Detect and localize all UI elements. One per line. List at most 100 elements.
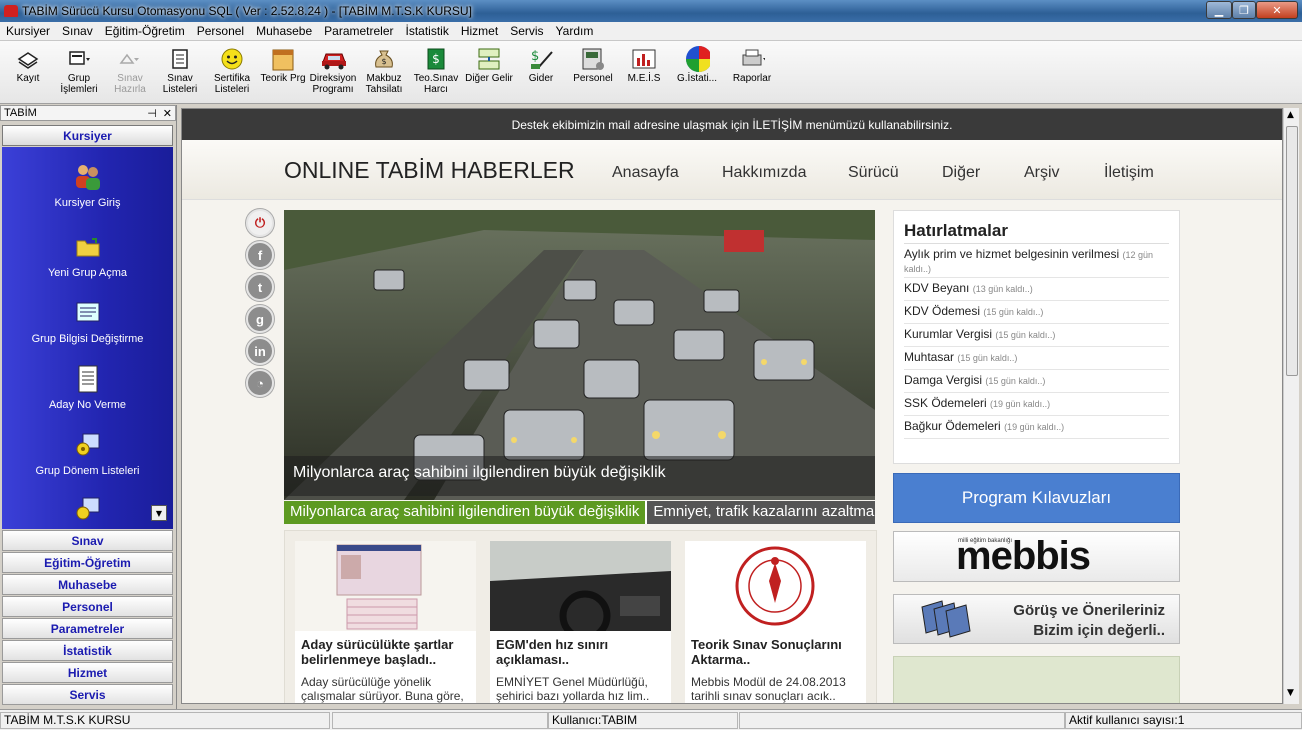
program-guides-button[interactable]: Program Kılavuzları [893, 473, 1180, 523]
category-muhasebe[interactable]: Muhasebe [2, 574, 173, 595]
menu-muhasebe[interactable]: Muhasebe [250, 24, 318, 38]
news-description: Mebbis Modül de 24.08.2013 tarihli sınav… [691, 675, 846, 703]
news-card[interactable]: Teorik Sınav Sonuçlarını Aktarma.. Mebbi… [685, 541, 866, 703]
toolbar-gider-button[interactable]: $ Gider [516, 41, 566, 101]
menu-bar: Kursiyer Sınav Eğitim-Öğretim Personel M… [0, 22, 1302, 41]
nav-surucu[interactable]: Sürücü [848, 164, 899, 182]
toolbar-diger-gelir-button[interactable]: Diğer Gelir [462, 41, 516, 101]
item-label: Grup Bilgisi Değiştirme [31, 333, 144, 345]
reminder-item: Damga Vergisi (15 gün kaldı..) [904, 370, 1169, 393]
toolbar-teorik-prg-button[interactable]: Teorik Prg [258, 41, 308, 101]
feedback-button[interactable]: Görüş ve Önerileriniz Bizim için değerli… [893, 594, 1180, 644]
menu-parametreler[interactable]: Parametreler [318, 24, 399, 38]
news-title[interactable]: Teorik Sınav Sonuçlarını Aktarma.. [685, 631, 866, 667]
category-istatistik[interactable]: İstatistik [2, 640, 173, 661]
linkedin-icon[interactable]: in [246, 337, 274, 365]
menu-servis[interactable]: Servis [504, 24, 549, 38]
reminder-name: Damga Vergisi [904, 373, 983, 387]
fee-icon: $ [423, 47, 449, 71]
site-name[interactable]: ONLINE TABİM HABERLER [284, 157, 575, 184]
news-cards: Aday sürücülükte şartlar belirlenmeye ba… [284, 530, 877, 703]
category-kursiyer[interactable]: Kursiyer [2, 125, 173, 146]
item-kursiyer-giris[interactable]: Kursiyer Giriş [2, 161, 173, 209]
reminder-days: (19 gün kaldı..) [990, 399, 1051, 409]
category-servis[interactable]: Servis [2, 684, 173, 705]
menu-egitim-ogretim[interactable]: Eğitim-Öğretim [99, 24, 191, 38]
item-aday-no-verme[interactable]: Aday No Verme [2, 363, 173, 411]
ticker-item-active[interactable]: Milyonlarca araç sahibini ilgilendiren b… [284, 501, 646, 524]
news-card[interactable]: EGM'den hız sınırı açıklaması.. EMNİYET … [490, 541, 671, 703]
maximize-button[interactable]: ❐ [1232, 1, 1256, 19]
nav-arsiv[interactable]: Arşiv [1024, 164, 1060, 182]
nav-hakkimizda[interactable]: Hakkımızda [722, 164, 806, 182]
toolbar-sinav-hazirla-button[interactable]: Sınav Hazırla [106, 41, 154, 101]
reminder-days: (15 gün kaldı..) [995, 330, 1056, 340]
scrollbar-thumb[interactable] [1286, 126, 1298, 376]
menu-personel[interactable]: Personel [191, 24, 250, 38]
close-icon[interactable]: ✕ [163, 108, 172, 120]
slider-caption[interactable]: Milyonlarca araç sahibini ilgilendiren b… [284, 456, 875, 496]
nav-diger[interactable]: Diğer [942, 164, 980, 182]
close-button[interactable]: ✕ [1256, 1, 1298, 19]
menu-istatistik[interactable]: İstatistik [400, 24, 455, 38]
panel-header: TABİM ⊣ ✕ [0, 105, 176, 121]
news-title[interactable]: Aday sürücülükte şartlar belirlenmeye ba… [295, 631, 476, 667]
status-bar: TABİM M.T.S.K KURSU Kullanıcı:TABIM Akti… [0, 709, 1302, 730]
menu-hizmet[interactable]: Hizmet [455, 24, 504, 38]
toolbar-direksiyon-programi-button[interactable]: Direksiyon Programı [308, 41, 358, 101]
scroll-down-button[interactable]: ▼ [151, 505, 167, 521]
item-grup-bilgisi-degistirme[interactable]: Grup Bilgisi Değiştirme [2, 297, 173, 345]
scroll-down-arrow[interactable]: ▼ [1287, 688, 1294, 698]
google-plus-icon[interactable]: g [246, 305, 274, 333]
toolbar-makbuz-tahsilati-button[interactable]: $ Makbuz Tahsilatı [358, 41, 410, 101]
minimize-button[interactable]: ▁ [1206, 1, 1232, 19]
panel-header-title: TABİM [4, 107, 37, 119]
toolbar-grup-islemleri-button[interactable]: Grup İşlemleri [52, 41, 106, 101]
toolbar-raporlar-button[interactable]: Raporlar [726, 41, 778, 101]
rss-icon[interactable]: ◔ [246, 369, 274, 397]
pin-icon[interactable]: ⊣ [147, 108, 157, 120]
mebbis-link[interactable]: milli eğitim bakanlığı mebbis [893, 531, 1180, 582]
item-yeni-grup-acma[interactable]: Yeni Grup Açma [2, 231, 173, 279]
category-egitim-ogretim[interactable]: Eğitim-Öğretim [2, 552, 173, 573]
toolbar-teo-sinav-harci-button[interactable]: $ Teo.Sınav Harcı [410, 41, 462, 101]
scroll-up-arrow[interactable]: ▲ [1287, 110, 1294, 120]
car-icon [320, 47, 346, 71]
toolbar-meis-button[interactable]: M.E.İ.S [620, 41, 668, 101]
toolbar-kayit-button[interactable]: Kayıt [4, 41, 52, 101]
item-next-partial[interactable] [2, 493, 173, 529]
toolbar-g-istatistik-button[interactable]: G.İstati... [668, 41, 726, 101]
category-parametreler[interactable]: Parametreler [2, 618, 173, 639]
toolbar-sinav-listeleri-button[interactable]: Sınav Listeleri [154, 41, 206, 101]
menu-yardim[interactable]: Yardım [550, 24, 600, 38]
power-icon[interactable]: ⏻ [246, 209, 274, 237]
reminder-name: Kurumlar Vergisi [904, 327, 993, 341]
menu-kursiyer[interactable]: Kursiyer [0, 24, 56, 38]
category-personel[interactable]: Personel [2, 596, 173, 617]
reminder-item: Kurumlar Vergisi (15 gün kaldı..) [904, 324, 1169, 347]
reminders-title: Hatırlatmalar [904, 221, 1169, 244]
toolbar: Kayıt Grup İşlemleri Sınav Hazırla Sınav… [0, 41, 1302, 104]
category-hizmet[interactable]: Hizmet [2, 662, 173, 683]
facebook-icon[interactable]: f [246, 241, 274, 269]
meb-logo-image [685, 541, 866, 631]
vertical-scrollbar[interactable]: ▲ ▼ [1283, 108, 1299, 704]
item-grup-donem-listeleri[interactable]: Grup Dönem Listeleri [2, 429, 173, 477]
news-slider[interactable]: Milyonlarca araç sahibini ilgilendiren b… [284, 210, 875, 500]
menu-sinav[interactable]: Sınav [56, 24, 99, 38]
app-icon [4, 5, 18, 17]
toolbar-label: Diğer Gelir [465, 73, 513, 84]
kursiyer-items-area: Kursiyer Giriş Yeni Grup Açma Grup Bilgi… [2, 147, 173, 529]
nav-iletisim[interactable]: İletişim [1104, 164, 1154, 182]
category-sinav[interactable]: Sınav [2, 530, 173, 551]
toolbar-sertifika-listeleri-button[interactable]: Sertifika Listeleri [206, 41, 258, 101]
nav-anasayfa[interactable]: Anasayfa [612, 164, 679, 182]
printer-icon [739, 47, 765, 71]
news-card[interactable]: Aday sürücülükte şartlar belirlenmeye ba… [295, 541, 476, 703]
ticker-item[interactable]: Emniyet, trafik kazalarını azaltmak için [645, 501, 875, 524]
twitter-icon[interactable]: t [246, 273, 274, 301]
news-title[interactable]: EGM'den hız sınırı açıklaması.. [490, 631, 671, 667]
mebbis-logo: mebbis [956, 534, 1091, 578]
news-ticker: Milyonlarca araç sahibini ilgilendiren b… [284, 501, 875, 524]
toolbar-personel-button[interactable]: Personel [566, 41, 620, 101]
